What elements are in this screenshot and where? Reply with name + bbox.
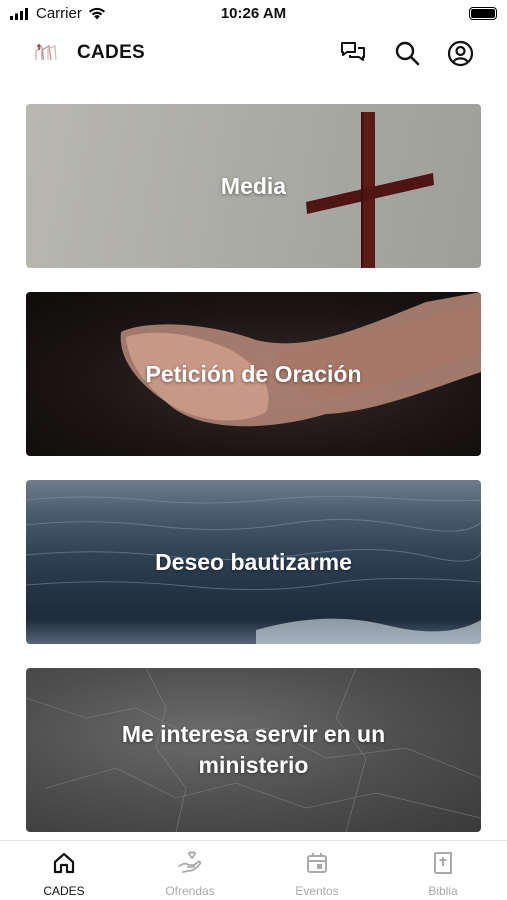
calendar-icon [303, 849, 331, 877]
card-peticion-oracion[interactable]: Petición de Oración [26, 292, 481, 456]
card-label: Media [220, 172, 287, 199]
nav-label: Ofrendas [165, 884, 215, 898]
nav-item-eventos[interactable]: Eventos [267, 849, 367, 898]
search-icon[interactable] [392, 38, 422, 68]
card-label: Deseo bautizarme [155, 548, 352, 575]
card-label: Me interesa servir en un ministerio [121, 721, 386, 778]
app-header: CADES [0, 30, 507, 76]
card-servir-ministerio[interactable]: Me interesa servir en un ministerio [26, 668, 481, 832]
bottom-nav: CADES Ofrendas Eventos Biblia [0, 840, 507, 900]
status-time: 10:26 AM [220, 5, 287, 22]
nav-label: Eventos [295, 884, 339, 898]
nav-item-ofrendas[interactable]: Ofrendas [140, 849, 240, 898]
chat-icon[interactable] [338, 38, 368, 68]
app-title: CADES [77, 42, 146, 63]
card-deseo-bautizarme[interactable]: Deseo bautizarme [26, 480, 481, 644]
offering-hand-icon [176, 849, 204, 877]
nav-label: CADES [43, 884, 85, 898]
status-bar: Carrier 10:26 AM [0, 0, 507, 28]
nav-item-biblia[interactable]: Biblia [393, 849, 493, 898]
account-icon[interactable] [445, 38, 475, 68]
nav-item-cades[interactable]: CADES [14, 849, 114, 898]
battery-icon [469, 7, 497, 20]
card-media[interactable]: Media [26, 104, 481, 268]
bible-icon [429, 849, 457, 877]
home-icon [50, 849, 78, 877]
nav-label: Biblia [428, 884, 458, 898]
cades-logo[interactable] [30, 38, 62, 66]
card-label: Petición de Oración [145, 360, 362, 387]
